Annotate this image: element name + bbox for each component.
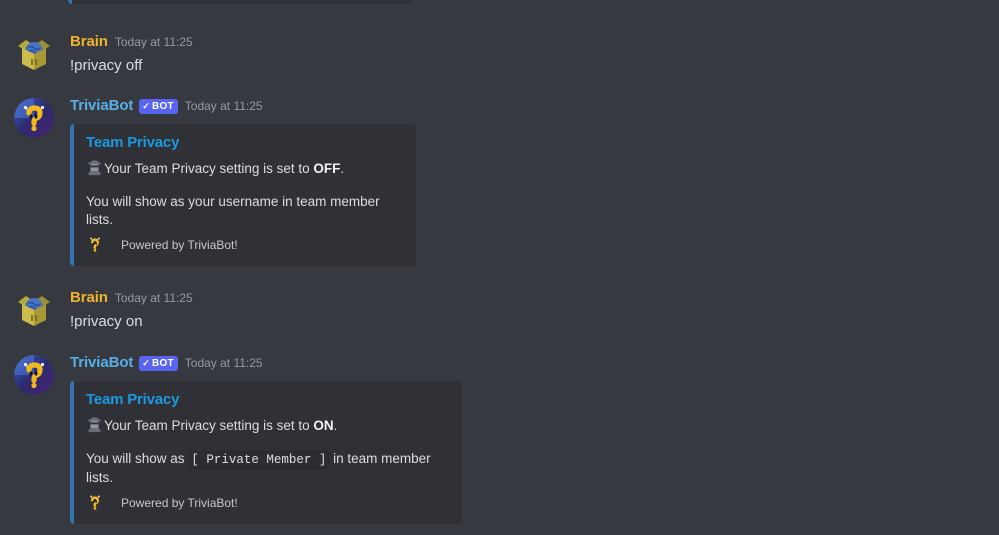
message-timestamp: Today at 11:25	[184, 99, 263, 113]
partial-embed-above	[68, 0, 412, 4]
message-author[interactable]: Brain	[70, 32, 108, 52]
message-author[interactable]: Brain	[70, 288, 108, 308]
embed-footer-text: Powered by TriviaBot!	[121, 496, 238, 510]
embed-team-privacy-off: Team Privacy Your Team Privacy setting i…	[70, 124, 416, 266]
embed-description: Your Team Privacy setting is set to ON. …	[86, 416, 448, 487]
private-member-code: [ Private Member ]	[188, 451, 330, 469]
verified-check-icon: ✓	[142, 101, 151, 111]
message-group[interactable]: Brain Today at 11:25 !privacy off	[0, 32, 999, 76]
triviabot-footer-icon	[86, 494, 104, 512]
verified-check-icon: ✓	[142, 358, 151, 368]
triviabot-footer-icon	[86, 236, 104, 254]
embed-detail-line: You will show as your username in team m…	[86, 193, 402, 229]
message-content: !privacy on	[70, 313, 143, 330]
embed-desc-suffix: .	[333, 418, 338, 433]
embed-title: Team Privacy	[86, 391, 180, 408]
message-timestamp: Today at 11:25	[114, 35, 193, 49]
message-group[interactable]: Brain Today at 11:25 !privacy on	[0, 288, 999, 332]
embed-desc-value: OFF	[313, 161, 341, 176]
detective-emoji	[86, 416, 103, 433]
message-header: Brain Today at 11:25	[70, 288, 999, 310]
embed-desc-value: ON	[313, 418, 334, 433]
brain-in-box-avatar[interactable]	[14, 290, 54, 330]
message-header: TriviaBot ✓ BOT Today at 11:25	[70, 96, 999, 118]
embed-footer: Powered by TriviaBot!	[86, 494, 448, 512]
embed-title: Team Privacy	[86, 134, 180, 151]
message-header: TriviaBot ✓ BOT Today at 11:25	[70, 353, 999, 375]
triviabot-avatar[interactable]	[14, 355, 54, 395]
embed-desc-prefix: Your Team Privacy setting is set to	[104, 161, 314, 176]
bot-badge-label: BOT	[152, 101, 174, 112]
bot-badge: ✓ BOT	[139, 356, 178, 371]
message-content: !privacy off	[70, 57, 143, 74]
message-header: Brain Today at 11:25	[70, 32, 999, 54]
embed-desc-suffix: .	[340, 161, 345, 176]
embed-team-privacy-on: Team Privacy Your Team Privacy setting i…	[70, 381, 462, 524]
embed-footer-text: Powered by TriviaBot!	[121, 238, 238, 252]
message-timestamp: Today at 11:25	[114, 291, 193, 305]
message-author[interactable]: TriviaBot	[70, 353, 133, 373]
embed-footer: Powered by TriviaBot!	[86, 236, 402, 254]
chat-message-list[interactable]: Brain Today at 11:25 !privacy off Trivia…	[0, 0, 999, 535]
message-author[interactable]: TriviaBot	[70, 96, 133, 116]
message-group[interactable]: TriviaBot ✓ BOT Today at 11:25 Team Priva…	[0, 96, 999, 266]
triviabot-avatar[interactable]	[14, 98, 54, 138]
embed-detail-prefix: You will show as	[86, 451, 189, 466]
embed-detail-line: You will show as [ Private Member ] in t…	[86, 450, 448, 487]
brain-in-box-avatar[interactable]	[14, 34, 54, 74]
detective-emoji	[86, 159, 103, 176]
embed-description: Your Team Privacy setting is set to OFF.…	[86, 159, 402, 229]
embed-detail-prefix: You will show as your username in team m…	[86, 194, 380, 227]
message-group[interactable]: TriviaBot ✓ BOT Today at 11:25 Team Priva…	[0, 353, 999, 524]
bot-badge-label: BOT	[152, 358, 174, 369]
message-timestamp: Today at 11:25	[184, 356, 263, 370]
bot-badge: ✓ BOT	[139, 99, 178, 114]
embed-desc-prefix: Your Team Privacy setting is set to	[104, 418, 314, 433]
